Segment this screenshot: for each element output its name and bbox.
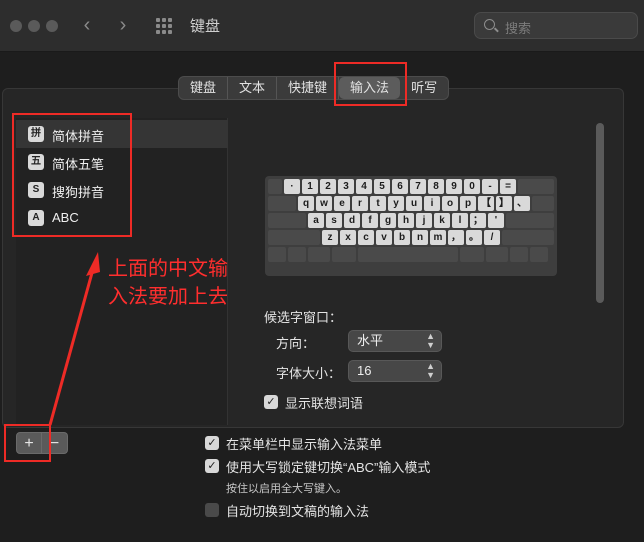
annotation-text: 上面的中文输入法要加上去	[108, 258, 228, 308]
annotation-arrow	[48, 252, 100, 426]
